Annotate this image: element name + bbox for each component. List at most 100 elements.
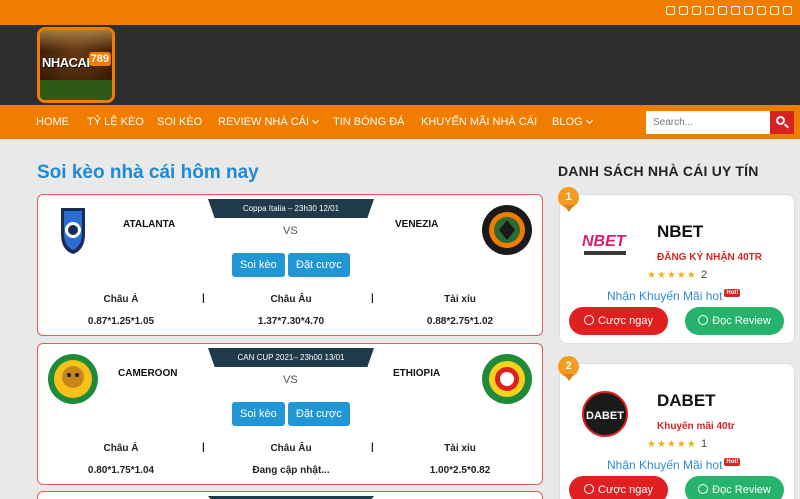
odds-value-asia: 0.87*1.25*1.05 [87, 316, 155, 327]
read-review-button[interactable]: Đọc Review [685, 476, 784, 499]
nbet-logo[interactable]: NBET [580, 220, 630, 270]
review-icon [698, 315, 709, 325]
odds-label-europe: Châu Âu [270, 294, 312, 305]
star-rating-icon: ★★★★★ [647, 270, 697, 281]
star-rating-icon: ★★★★★ [647, 439, 697, 450]
dat-cuoc-button[interactable]: Đặt cược [288, 253, 350, 277]
pinterest-icon[interactable] [731, 6, 740, 15]
odds-value-over-under: 0.88*2.75*1.02 [426, 316, 494, 327]
email-icon[interactable] [718, 6, 727, 15]
ribbon-tail-decoration [564, 205, 574, 212]
bet-now-button[interactable]: Cược ngay [569, 476, 668, 499]
bet-now-label: Cược ngay [598, 484, 653, 496]
bookie-card: 2 DABET DABET Khuyến mãi 40tr ★★★★★ 1 Nh… [558, 356, 795, 499]
search-button[interactable] [770, 111, 794, 134]
vk-icon[interactable] [783, 6, 792, 15]
cameroon-crest-icon [48, 354, 98, 404]
logo-number-badge: 789 [88, 52, 111, 66]
rss-icon[interactable] [744, 6, 753, 15]
search-icon-handle [784, 123, 789, 129]
nav-review-nha-cai[interactable]: REVIEW NHÀ CÁI [218, 116, 320, 128]
vs-label: VS [283, 225, 298, 237]
home-team-name: ATALANTA [123, 219, 176, 230]
rating-count: 1 [701, 438, 708, 450]
league-banner: Coppa Italia – 23h30 12/01 [208, 199, 374, 218]
odds-separator: | [371, 442, 374, 453]
venezia-crest-icon [482, 205, 532, 255]
rank-badge: 2 [558, 356, 580, 382]
pitch-decoration [40, 80, 112, 100]
dat-cuoc-button[interactable]: Đặt cược [288, 402, 350, 426]
vs-label: VS [283, 374, 298, 386]
soi-keo-button[interactable]: Soi kèo [232, 402, 285, 426]
site-logo[interactable]: NHACAI 789 [37, 27, 115, 103]
youtube-icon[interactable] [770, 6, 779, 15]
ethiopia-crest-icon [482, 354, 532, 404]
social-links [666, 6, 792, 15]
odds-value-europe: 1.37*7.30*4.70 [257, 316, 325, 327]
hot-badge: Hot! [724, 289, 741, 297]
nav-ty-le-keo[interactable]: TỶ LỆ KÈO [87, 116, 144, 128]
match-card [37, 491, 543, 499]
bet-icon [584, 315, 595, 325]
bet-icon [584, 484, 595, 494]
nav-review-label: REVIEW NHÀ CÁI [218, 116, 310, 128]
odds-separator: | [202, 442, 205, 453]
odds-separator: | [202, 293, 205, 304]
odds-label-europe: Châu Âu [270, 443, 312, 454]
bookie-promo: Khuyến mãi 40tr [657, 421, 735, 432]
nav-blog-label: BLOG [552, 116, 583, 128]
away-team-name: ETHIOPIA [393, 368, 441, 379]
chevron-down-icon [312, 116, 320, 125]
match-card: Coppa Italia – 23h30 12/01 ATALANTA VS V… [37, 194, 543, 336]
rank-badge: 1 [558, 187, 580, 213]
stadium-lights-decoration [40, 30, 112, 50]
ribbon-tail-decoration [564, 374, 574, 381]
odds-value-europe: Đang cập nhật... [252, 465, 330, 476]
promo-link[interactable]: Nhận Khuyến Mãi hot Hot! [607, 289, 741, 303]
instagram-icon[interactable] [679, 6, 688, 15]
nav-blog[interactable]: BLOG [552, 116, 593, 128]
soi-keo-button[interactable]: Soi kèo [232, 253, 285, 277]
search-input[interactable] [646, 111, 770, 134]
read-review-label: Đọc Review [712, 484, 771, 496]
atalanta-crest-icon [61, 208, 85, 254]
bookie-name: NBET [657, 222, 704, 241]
away-team-name: VENEZIA [395, 219, 439, 230]
bet-now-label: Cược ngay [598, 315, 653, 327]
odds-label-asia: Châu Á [103, 294, 139, 305]
page-title: Soi kèo nhà cái hôm nay [37, 162, 259, 183]
home-team-name: CAMEROON [118, 368, 178, 379]
promo-link-text: Nhận Khuyến Mãi hot [607, 289, 723, 303]
promo-link-text: Nhận Khuyến Mãi hot [607, 458, 723, 472]
site-header: NHACAI 789 [0, 25, 800, 105]
nav-khuyen-mai[interactable]: KHUYẾN MÃI NHÀ CÁI [421, 116, 537, 128]
nav-home[interactable]: HOME [36, 116, 69, 128]
logo-brand-text: NHACAI [42, 55, 90, 70]
rating-count: 2 [701, 269, 708, 281]
nav-soi-keo[interactable]: SOI KÈO [157, 116, 202, 128]
svg-text:NBET: NBET [582, 233, 627, 250]
hot-badge: Hot! [724, 458, 741, 466]
dabet-logo[interactable]: DABET [580, 389, 630, 439]
nav-tin-bong-da[interactable]: TIN BÓNG ĐÁ [333, 116, 405, 128]
facebook-icon[interactable] [666, 6, 675, 15]
bookie-card: 1 NBET NBET ĐĂNG KÝ NHẬN 40TR ★★★★★ 2 Nh… [558, 187, 795, 344]
promo-link[interactable]: Nhận Khuyến Mãi hot Hot! [607, 458, 741, 472]
league-banner: CAN CUP 2021– 23h00 13/01 [208, 348, 374, 367]
top-bar [0, 0, 800, 25]
bookie-name: DABET [657, 391, 716, 410]
read-review-button[interactable]: Đọc Review [685, 307, 784, 335]
odds-separator: | [371, 293, 374, 304]
odds-label-over-under: Tài xỉu [444, 294, 476, 305]
bookie-promo: ĐĂNG KÝ NHẬN 40TR [657, 252, 763, 263]
odds-label-asia: Châu Á [103, 443, 139, 454]
bet-now-button[interactable]: Cược ngay [569, 307, 668, 335]
tiktok-icon[interactable] [692, 6, 701, 15]
sidebar-title: DANH SÁCH NHÀ CÁI UY TÍN [558, 163, 759, 179]
odds-value-over-under: 1.00*2.5*0.82 [429, 465, 491, 476]
chevron-down-icon [585, 116, 593, 125]
svg-text:DABET: DABET [586, 410, 624, 422]
twitter-icon[interactable] [705, 6, 714, 15]
linkedin-icon[interactable] [757, 6, 766, 15]
